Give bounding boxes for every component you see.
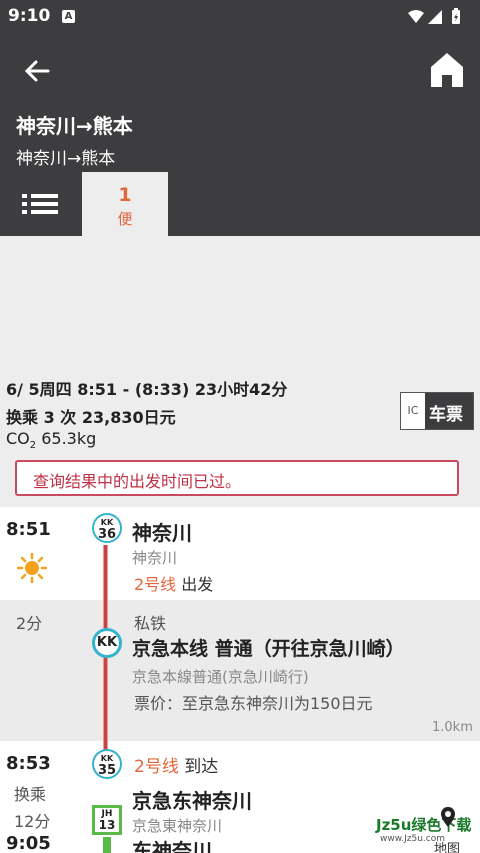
leg-line-name-jp: 京急本線普通(京急川崎行) <box>132 668 309 686</box>
status-bar: 9:10 A <box>0 0 480 34</box>
route-transfers-fare: 换乘 3 次 23,830日元 <box>6 408 176 427</box>
tab-route-1[interactable]: 1 便 <box>82 172 168 236</box>
page-subtitle: 神奈川→熊本 <box>16 149 116 169</box>
stop-departure[interactable]: 8:51 KK 36 神奈川 神奈川 2号线 出发 <box>0 507 480 600</box>
station-name: 东神奈川 <box>132 839 212 853</box>
station-name-jp: 京急東神奈川 <box>132 817 223 835</box>
status-time: 9:10 <box>8 6 51 26</box>
platform-number: 2号线 <box>134 757 179 777</box>
tab-route-unit: 便 <box>117 210 133 228</box>
ticket-label: 车票 <box>429 405 463 425</box>
leg-distance: 1.0km <box>432 720 473 735</box>
train-leg[interactable]: 2分 KK 私铁 京急本线 普通（开往京急川崎） 京急本線普通(京急川崎行) 票… <box>0 600 480 741</box>
ic-card-label: IC <box>401 393 425 429</box>
arrow-left-icon <box>24 60 50 82</box>
station-name: 神奈川 <box>132 521 192 545</box>
station-number: 13 <box>98 818 116 832</box>
leg-fare: 票价：至京急东神奈川为150日元 <box>134 694 373 713</box>
platform-info: 2号线 到达 <box>134 752 218 777</box>
station-number: 36 <box>97 527 117 542</box>
wifi-signal-battery-icon <box>408 8 460 24</box>
rail-line-keikyu <box>103 545 108 600</box>
station-number: 35 <box>97 763 117 778</box>
sun-icon <box>16 552 48 587</box>
platform-number: 2号线 <box>134 575 177 594</box>
watermark: Jz5u绿色下载 www.Jz5u.com 地图 <box>372 806 478 853</box>
home-icon <box>431 53 463 87</box>
leg-line-name: 京急本线 普通（开往京急川崎） <box>132 638 405 660</box>
co2-label: CO <box>6 429 30 448</box>
app-header: 神奈川→熊本 神奈川→熊本 <box>0 34 480 172</box>
station-badge-kk36: KK 36 <box>92 513 122 543</box>
platform-action: 出发 <box>181 575 214 594</box>
station-badge-jh13: JH 13 <box>92 805 122 835</box>
route-co2: CO2 65.3kg <box>6 429 96 451</box>
line-badge-kk: KK <box>92 628 122 658</box>
leg-type: 私铁 <box>134 614 167 633</box>
route-datetime-duration: 6/ 5周四 8:51 - (8:33) 23小时42分 <box>6 380 288 399</box>
map-pin-icon[interactable] <box>440 806 456 832</box>
arrival-time: 8:53 <box>6 753 51 774</box>
tab-route-number: 1 <box>118 184 132 206</box>
home-button[interactable] <box>428 50 466 90</box>
system-icons <box>406 8 468 30</box>
next-departure-time: 9:05 <box>6 833 51 853</box>
platform-action: 到达 <box>184 757 219 777</box>
rail-line-keikyu <box>103 600 108 741</box>
platform-info: 2号线 出发 <box>134 571 213 595</box>
notification-icon: A <box>62 10 75 23</box>
tab-bar: 1 便 <box>0 172 480 236</box>
station-name-jp: 神奈川 <box>132 549 178 567</box>
page-title: 神奈川→熊本 <box>16 114 133 138</box>
ticket-button[interactable]: IC 车票 <box>400 392 474 430</box>
rail-line-jr <box>103 837 111 853</box>
map-label[interactable]: 地图 <box>434 838 460 853</box>
tab-list[interactable] <box>0 172 80 236</box>
transfer-label: 换乘 <box>14 785 47 804</box>
back-button[interactable] <box>20 54 54 88</box>
transfer-duration: 12分 <box>14 812 51 831</box>
departure-time: 8:51 <box>6 519 51 540</box>
leg-duration: 2分 <box>16 614 43 633</box>
station-badge-kk35: KK 35 <box>92 749 122 779</box>
list-icon <box>22 194 58 214</box>
departure-passed-warning: 查询结果中的出发时间已过。 <box>15 460 459 496</box>
watermark-text: Jz5u绿色下载 <box>376 816 472 834</box>
co2-value: 65.3kg <box>36 429 97 448</box>
route-detail: 8:51 KK 36 神奈川 神奈川 2号线 出发 2分 KK 私铁 京急本线 … <box>0 507 480 853</box>
station-name: 京急东神奈川 <box>132 789 252 813</box>
